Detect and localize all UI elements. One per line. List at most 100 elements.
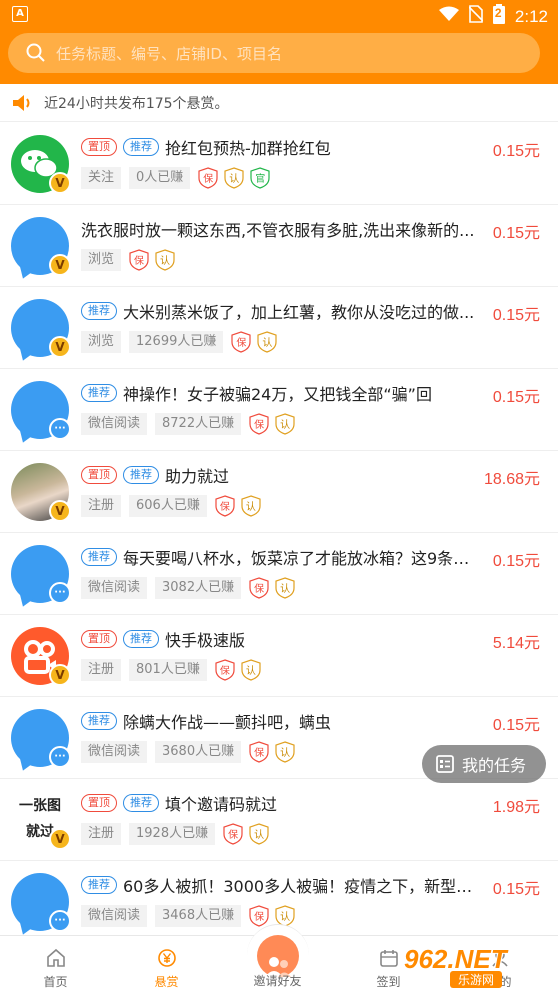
tab-label: 首页 bbox=[43, 975, 68, 989]
guarantee-shield-icon: 保 bbox=[129, 249, 149, 271]
battery-icon: 2 bbox=[492, 4, 505, 29]
tab-label: 邀请好友 bbox=[253, 974, 302, 988]
task-price: 5.14元 bbox=[492, 635, 540, 652]
task-list: V 置顶 推荐 抢红包预热-加群抢红包 0.15元 关注 0人已赚 保 认 官 … bbox=[0, 123, 558, 943]
guarantee-shield-icon: 保 bbox=[249, 577, 269, 599]
tab-reward[interactable]: 悬赏 bbox=[111, 936, 222, 993]
pinned-tag: 置顶 bbox=[81, 466, 117, 484]
vip-badge-icon: V bbox=[49, 336, 71, 358]
task-row[interactable]: ··· 推荐 神操作！女子被骗24万，又把钱全部“骗”回 0.15元 微信阅读 … bbox=[0, 369, 558, 451]
task-earned-count: 12699人已赚 bbox=[129, 331, 224, 353]
vip-badge-icon: V bbox=[49, 500, 71, 522]
clock: 2:12 bbox=[514, 6, 548, 26]
tab-home[interactable]: 首页 bbox=[0, 936, 111, 993]
task-category: 微信阅读 bbox=[81, 413, 148, 435]
recommended-tag: 推荐 bbox=[81, 302, 117, 320]
task-row[interactable]: V 推荐 大米别蒸米饭了，加上红薯，教你从没吃过的做... 0.15元 浏览 1… bbox=[0, 287, 558, 369]
task-price: 0.15元 bbox=[492, 717, 540, 734]
task-earned-count: 1928人已赚 bbox=[129, 823, 216, 845]
vip-badge-icon: V bbox=[49, 254, 71, 276]
recommended-tag: 推荐 bbox=[81, 548, 117, 566]
task-category: 微信阅读 bbox=[81, 577, 148, 599]
certified-shield-icon: 认 bbox=[241, 659, 261, 681]
task-title: 洗衣服时放一颗这东西,不管衣服有多脏,洗出来像新的... bbox=[81, 221, 475, 240]
vip-badge-icon: V bbox=[49, 828, 71, 850]
task-title: 填个邀请码就过 bbox=[165, 795, 278, 814]
no-sim-icon bbox=[468, 5, 484, 28]
home-icon bbox=[46, 948, 65, 967]
tab-invite[interactable]: 邀请好友 bbox=[222, 924, 333, 993]
task-category: 微信阅读 bbox=[81, 741, 148, 763]
guarantee-shield-icon: 保 bbox=[215, 659, 235, 681]
task-category: 注册 bbox=[81, 495, 122, 517]
task-earned-count: 3082人已赚 bbox=[155, 577, 242, 599]
task-title: 大米别蒸米饭了，加上红薯，教你从没吃过的做... bbox=[123, 303, 475, 322]
task-earned-count: 3680人已赚 bbox=[155, 741, 242, 763]
task-earned-count: 8722人已赚 bbox=[155, 413, 242, 435]
comment-badge-icon: ··· bbox=[49, 746, 71, 768]
certified-shield-icon: 认 bbox=[257, 331, 277, 353]
task-row[interactable]: V 置顶 推荐 助力就过 18.68元 注册 606人已赚 保 认 bbox=[0, 451, 558, 533]
certified-shield-icon: 认 bbox=[155, 249, 175, 271]
recommended-tag: 推荐 bbox=[123, 466, 159, 484]
task-earned-count: 801人已赚 bbox=[129, 659, 207, 681]
task-row[interactable]: 一张图 就过 V 置顶 推荐 填个邀请码就过 1.98元 注册 1928人已赚 … bbox=[0, 779, 558, 861]
task-row[interactable]: V 置顶 推荐 抢红包预热-加群抢红包 0.15元 关注 0人已赚 保 认 官 bbox=[0, 123, 558, 205]
guarantee-shield-icon: 保 bbox=[198, 167, 218, 189]
search-icon bbox=[26, 43, 45, 62]
task-category: 浏览 bbox=[81, 249, 122, 271]
notice-bar: 近24小时共发布175个悬赏。 bbox=[0, 84, 558, 122]
task-title: 60多人被抓！3000多人被骗！疫情之下，新型“**... bbox=[123, 877, 476, 896]
pinned-tag: 置顶 bbox=[81, 794, 117, 812]
task-price: 0.15元 bbox=[492, 553, 540, 570]
task-title: 每天要喝八杯水，饭菜凉了才能放冰箱？这9条“... bbox=[123, 549, 476, 568]
tab-label: 悬赏 bbox=[154, 975, 179, 989]
task-price: 0.15元 bbox=[492, 225, 540, 242]
guarantee-shield-icon: 保 bbox=[223, 823, 243, 845]
guarantee-shield-icon: 保 bbox=[249, 741, 269, 763]
recommended-tag: 推荐 bbox=[81, 384, 117, 402]
certified-shield-icon: 认 bbox=[275, 577, 295, 599]
certified-shield-icon: 认 bbox=[224, 167, 244, 189]
task-row[interactable]: V 置顶 推荐 快手极速版 5.14元 注册 801人已赚 保 认 bbox=[0, 615, 558, 697]
recommended-tag: 推荐 bbox=[123, 630, 159, 648]
status-bar: A 2 2:12 bbox=[0, 0, 558, 30]
top-bar: 任务标题、编号、店铺ID、项目名 bbox=[0, 30, 558, 84]
speaker-icon bbox=[13, 94, 30, 111]
task-category: 关注 bbox=[81, 167, 122, 189]
task-price: 18.68元 bbox=[483, 471, 540, 488]
notice-text: 近24小时共发布175个悬赏。 bbox=[44, 95, 229, 112]
task-earned-count: 606人已赚 bbox=[129, 495, 207, 517]
certified-shield-icon: 认 bbox=[275, 741, 295, 763]
my-tasks-button[interactable]: 我的任务 bbox=[422, 745, 546, 783]
vip-badge-icon: V bbox=[49, 172, 71, 194]
official-shield-icon: 官 bbox=[250, 167, 270, 189]
yuan-coin-icon bbox=[157, 949, 176, 967]
task-title: 除螨大作战——颤抖吧，螨虫 bbox=[123, 713, 332, 732]
comment-badge-icon: ··· bbox=[49, 582, 71, 604]
guarantee-shield-icon: 保 bbox=[249, 905, 269, 927]
battery-level: 2 bbox=[494, 6, 502, 20]
task-price: 0.15元 bbox=[492, 143, 540, 160]
certified-shield-icon: 认 bbox=[275, 413, 295, 435]
certified-shield-icon: 认 bbox=[249, 823, 269, 845]
task-title: 神操作！女子被骗24万，又把钱全部“骗”回 bbox=[123, 385, 432, 404]
task-earned-count: 3468人已赚 bbox=[155, 905, 242, 927]
wifi-icon bbox=[438, 6, 459, 27]
guarantee-shield-icon: 保 bbox=[231, 331, 251, 353]
calendar-icon bbox=[379, 950, 398, 967]
app-notification-icon: A bbox=[12, 6, 28, 22]
search-input[interactable]: 任务标题、编号、店铺ID、项目名 bbox=[8, 33, 540, 73]
task-price: 0.15元 bbox=[492, 881, 540, 898]
task-row[interactable]: ··· 推荐 每天要喝八杯水，饭菜凉了才能放冰箱？这9条“... 0.15元 微… bbox=[0, 533, 558, 615]
task-category: 注册 bbox=[81, 823, 122, 845]
task-price: 0.15元 bbox=[492, 307, 540, 324]
task-title: 助力就过 bbox=[165, 467, 230, 486]
task-category: 微信阅读 bbox=[81, 905, 148, 927]
task-price: 0.15元 bbox=[492, 389, 540, 406]
my-tasks-label: 我的任务 bbox=[462, 756, 527, 775]
guarantee-shield-icon: 保 bbox=[249, 413, 269, 435]
vip-badge-icon: V bbox=[49, 664, 71, 686]
task-row[interactable]: V 洗衣服时放一颗这东西,不管衣服有多脏,洗出来像新的... 0.15元 浏览 … bbox=[0, 205, 558, 287]
pinned-tag: 置顶 bbox=[81, 138, 117, 156]
